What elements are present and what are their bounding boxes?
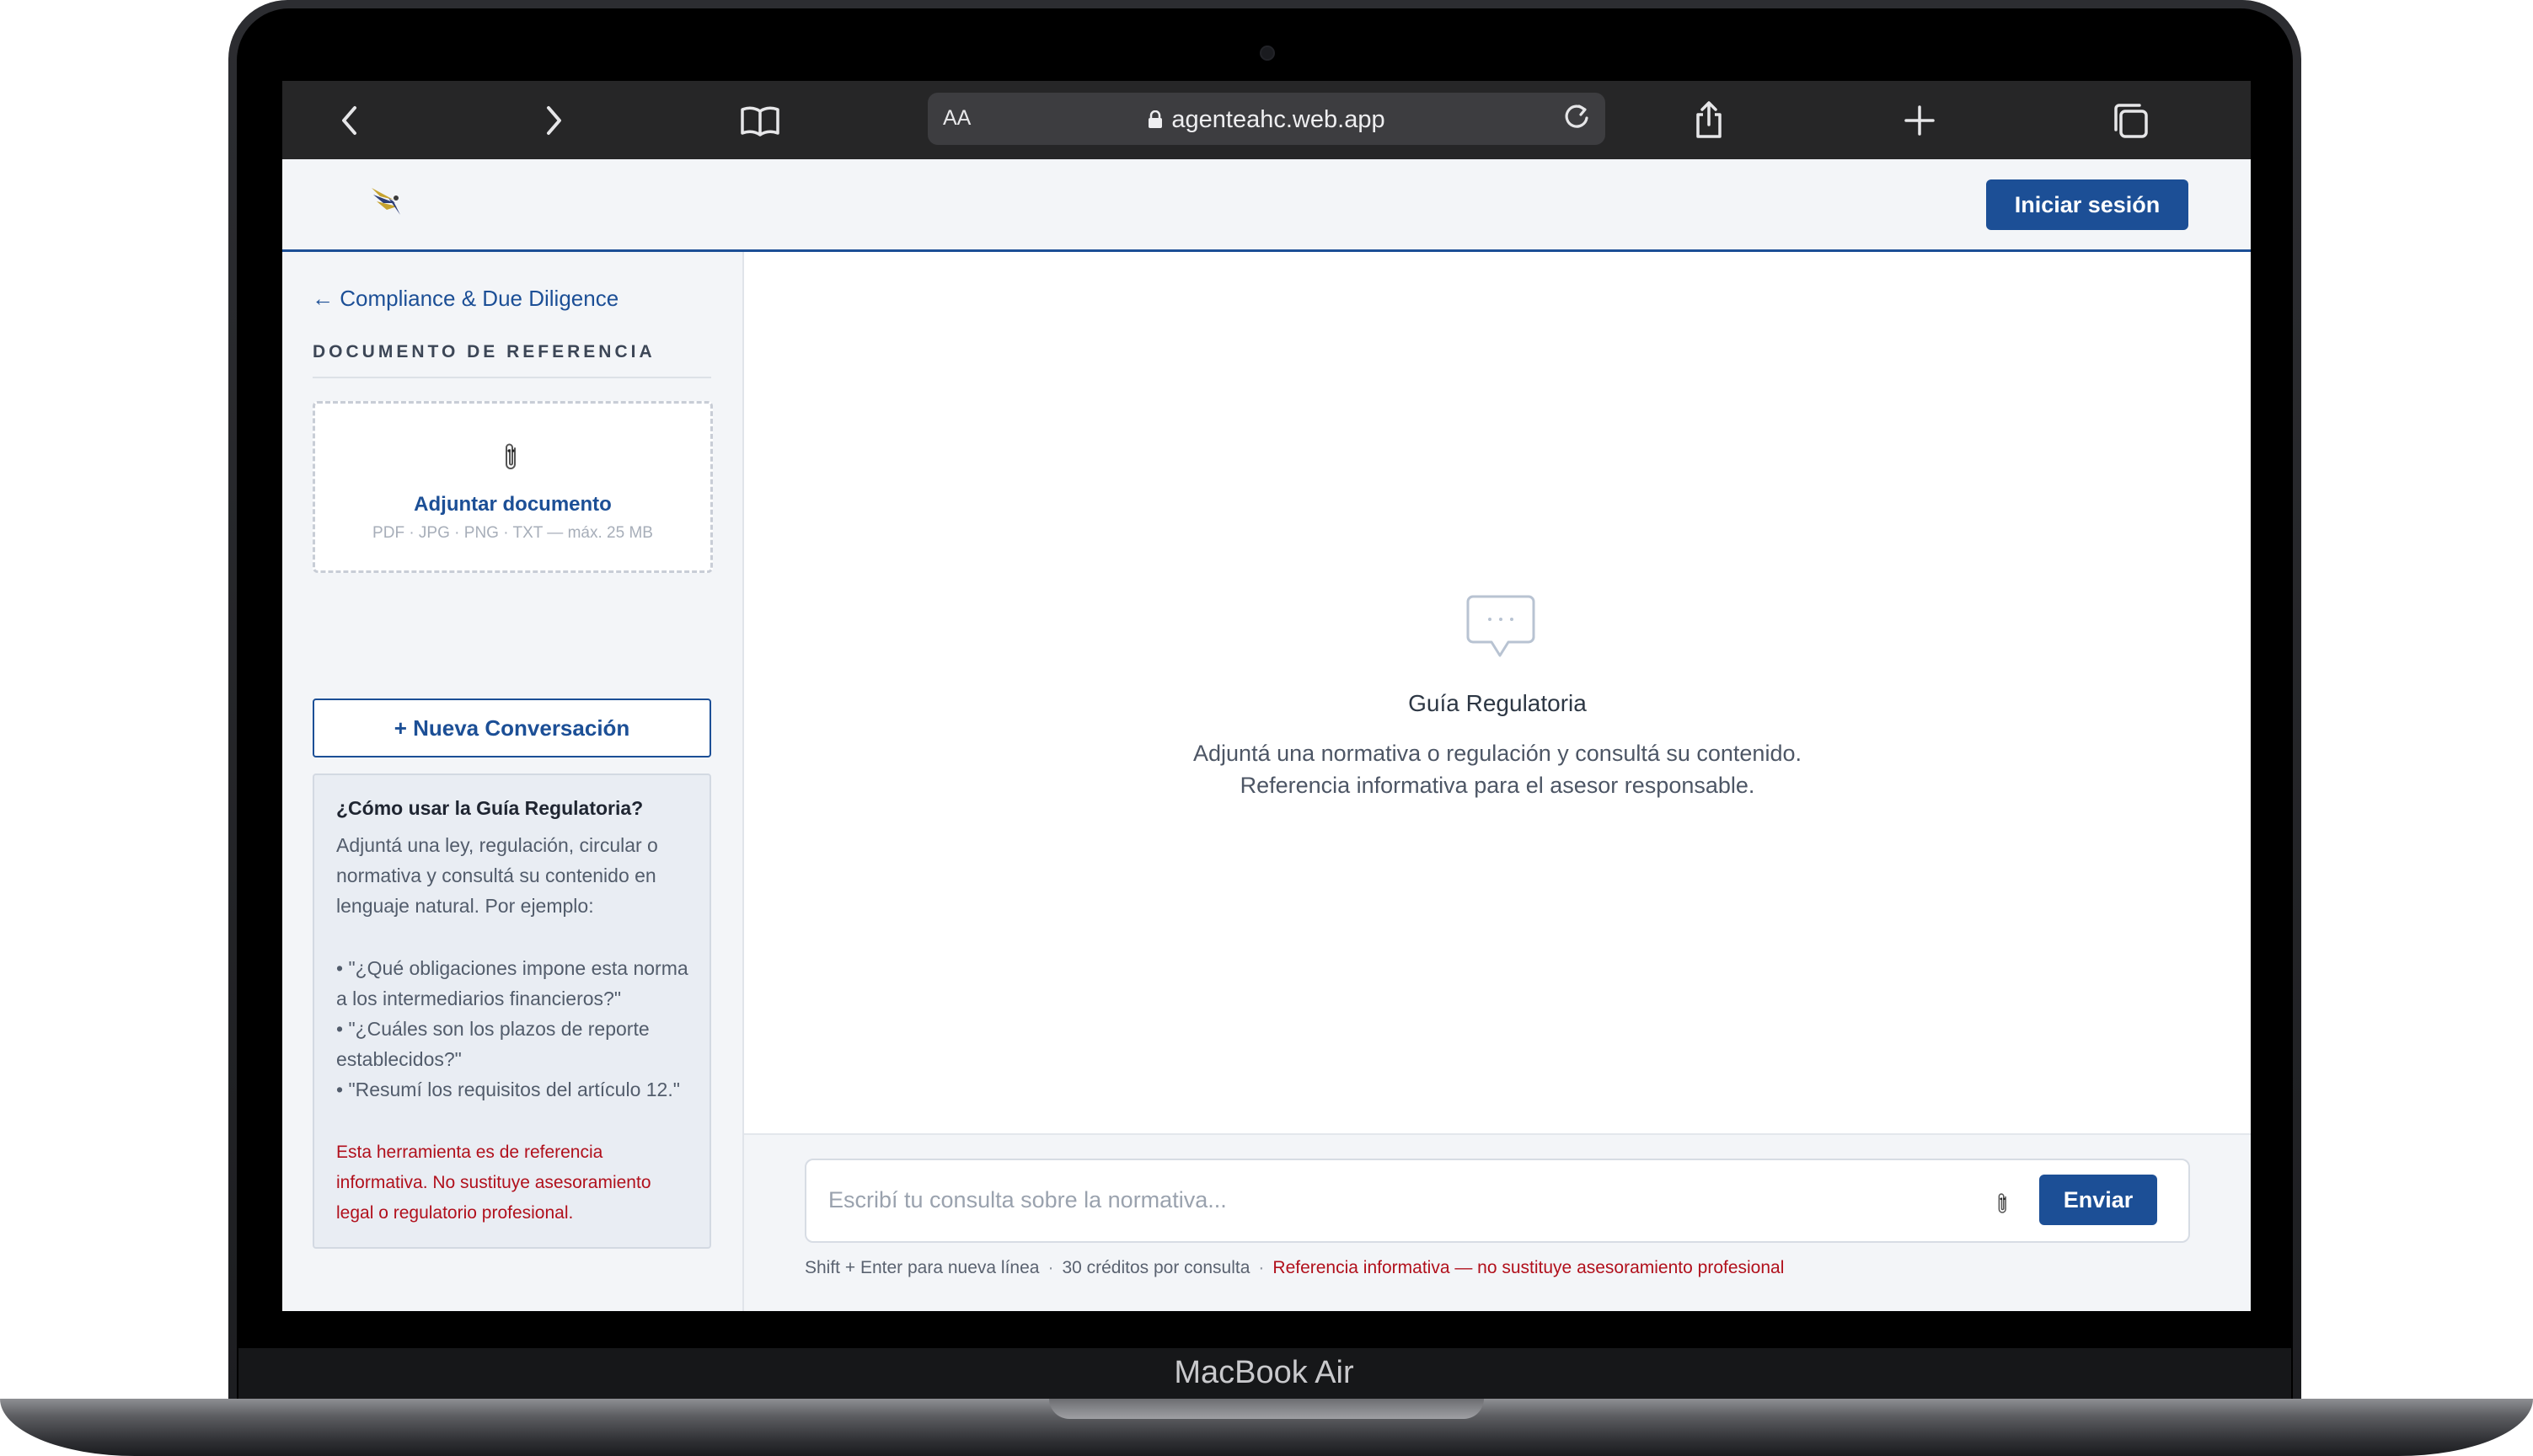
device-label: MacBook Air <box>1174 1355 1354 1390</box>
url-text: agenteahc.web.app <box>1171 106 1385 133</box>
bookmarks-icon[interactable] <box>739 99 781 142</box>
logo-icon[interactable] <box>368 181 405 218</box>
share-icon[interactable] <box>1688 99 1730 142</box>
new-conversation-button[interactable]: + Nueva Conversación <box>313 699 711 757</box>
back-link[interactable]: ← Compliance & Due Diligence <box>312 286 619 312</box>
chat-bubble-icon <box>1466 595 1535 657</box>
browser-toolbar: AA agenteahc.web.app <box>282 81 2251 159</box>
laptop-notch <box>1049 1399 1484 1419</box>
address-bar[interactable]: AA agenteahc.web.app <box>928 93 1605 145</box>
composer-hint: Shift + Enter para nueva línea · 30 crédit… <box>805 1258 1784 1278</box>
new-tab-icon[interactable] <box>1898 99 1941 142</box>
attach-paperclip-icon[interactable] <box>1995 1191 2011 1218</box>
send-button[interactable]: Enviar <box>2039 1175 2157 1225</box>
screen: AA agenteahc.web.app Iniciar sesión ← Co… <box>282 81 2251 1311</box>
upload-dropzone[interactable]: Adjuntar documento PDF · JPG · PNG · TXT… <box>313 401 713 573</box>
help-panel: ¿Cómo usar la Guía Regulatoria? Adjuntá … <box>313 774 711 1249</box>
help-example: • "¿Cuáles son los plazos de reporte <box>336 1018 650 1040</box>
help-warning: Esta herramienta es de referencia <box>336 1143 603 1162</box>
paperclip-icon <box>506 443 516 469</box>
forward-icon[interactable] <box>532 99 574 142</box>
hint-separator: · <box>1047 1258 1054 1277</box>
upload-formats: PDF · JPG · PNG · TXT — máx. 25 MB <box>372 524 653 542</box>
help-warning: legal o regulatorio profesional. <box>336 1203 574 1223</box>
section-divider <box>313 377 711 378</box>
sidebar: ← Compliance & Due Diligence DOCUMENTO D… <box>282 252 744 1311</box>
composer: Enviar <box>805 1159 2190 1243</box>
hint-warning: Referencia informativa — no sustituye as… <box>1272 1258 1785 1277</box>
chat-area: Guía Regulatoria Adjuntá una normativa o… <box>744 252 2251 1132</box>
upload-title[interactable]: Adjuntar documento <box>315 493 710 517</box>
help-example: • "¿Qué obligaciones impone esta norma <box>336 957 688 979</box>
empty-state-description: Adjuntá una normativa o regulación y con… <box>1193 741 1802 766</box>
help-example: a los intermediarios financieros?" <box>336 988 621 1009</box>
message-input[interactable] <box>827 1182 2010 1218</box>
login-button[interactable]: Iniciar sesión <box>1986 179 2188 230</box>
back-icon[interactable] <box>329 99 372 142</box>
help-line: normativa y consultá su contenido en <box>336 864 656 886</box>
composer-area: Enviar Shift + Enter para nueva línea · 30… <box>744 1133 2251 1311</box>
tabs-icon[interactable] <box>2109 99 2151 142</box>
help-line: lenguaje natural. Por ejemplo: <box>336 895 594 917</box>
help-line: Adjuntá una ley, regulación, circular o <box>336 834 658 856</box>
empty-state-description: Referencia informativa para el asesor re… <box>1240 773 1755 798</box>
help-example: establecidos?" <box>336 1048 462 1070</box>
help-title: ¿Cómo usar la Guía Regulatoria? <box>336 797 644 819</box>
empty-state-title: Guía Regulatoria <box>1408 690 1587 716</box>
help-example: • "Resumí los requisitos del artículo 12… <box>336 1079 680 1100</box>
lock-icon <box>1149 110 1163 128</box>
hint-newline: Shift + Enter para nueva línea <box>805 1258 1040 1277</box>
section-title: DOCUMENTO DE REFERENCIA <box>313 342 656 361</box>
hint-separator: · <box>1258 1258 1265 1277</box>
help-warning: informativa. No sustituye asesoramiento <box>336 1173 651 1192</box>
app-header: Iniciar sesión <box>282 159 2251 252</box>
hint-credits: 30 créditos por consulta <box>1062 1258 1250 1277</box>
camera-dot <box>1260 46 1275 61</box>
reload-icon[interactable] <box>1558 99 1595 136</box>
